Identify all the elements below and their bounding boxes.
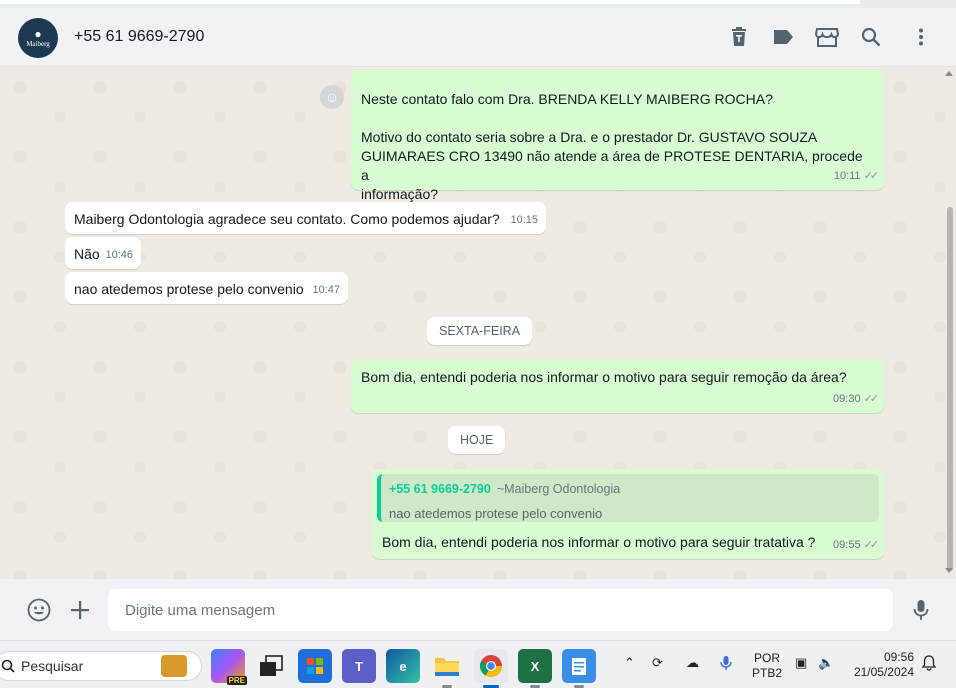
composer [0,579,956,640]
message-time: 09:30 [833,393,861,405]
microphone-tray-icon[interactable] [720,655,732,674]
scroll-down-icon[interactable] [945,568,953,573]
notepad-icon[interactable] [562,649,596,688]
quote-sender: +55 61 9669-2790 [389,482,491,496]
message-meta: 10:46 [105,246,133,265]
lang-top: POR [754,651,781,665]
window-top-strip [0,0,956,8]
clock-date: 21/05/2024 [853,665,914,679]
avatar[interactable]: ● Maiberg [18,18,58,58]
double-check-icon: ✓✓ [863,539,880,551]
label-icon[interactable] [770,24,796,50]
taskbar-search[interactable]: Pesquisar [0,651,202,681]
taskbar: Pesquisar PRE T e X ⌃ ⟳ ☁ POR PTB2 ▣ 🔈 0… [0,640,956,688]
mic-icon[interactable] [908,597,934,623]
avatar-brand: Maiberg [26,40,50,48]
message-text: Maiberg Odontologia agradece seu contato… [74,211,500,227]
task-view-icon[interactable] [254,649,288,683]
cloud-off-icon[interactable]: ☁ [686,655,699,671]
message-incoming[interactable]: Maiberg Odontologia agradece seu contato… [65,202,546,234]
taskbar-clock[interactable]: 09:56 21/05/2024 [854,650,914,680]
copilot-icon[interactable]: PRE [211,649,247,685]
message-meta: 09:55 ✓✓ [833,536,880,555]
double-check-icon: ✓✓ [863,170,880,182]
teams-icon[interactable]: T [342,649,376,683]
message-text: nao atedemos protese pelo convenio [74,281,304,297]
message-meta: 10:15 [510,211,538,230]
contact-name[interactable]: +55 61 9669-2790 [74,28,204,46]
store-app-icon[interactable] [298,649,332,683]
message-meta: 10:47 [312,281,340,300]
lang-bottom: PTB2 [752,666,783,680]
store-icon[interactable] [814,24,840,50]
day-separator: SEXTA-FEIRA [427,317,533,345]
edge-icon[interactable]: e [386,649,420,683]
sync-icon[interactable]: ⟳ [652,655,663,671]
message-time: 10:11 [833,170,861,182]
message-meta: 10:11 ✓✓ [833,167,880,186]
quote-alias: ~Maiberg Odontologia [496,482,621,496]
message-time: 09:55 [833,539,861,551]
bell-icon[interactable] [921,655,937,674]
plus-icon[interactable] [67,597,93,623]
react-emoji-icon[interactable]: ☺ [320,85,344,109]
message-incoming[interactable]: Não 10:46 [65,237,141,269]
message-time: 10:46 [105,249,133,261]
message-line: GUIMARAES CRO 13490 não atende a área de… [361,148,863,183]
menu-icon[interactable] [908,24,934,50]
scroll-up-icon[interactable] [945,71,953,76]
search-icon[interactable] [858,24,884,50]
file-explorer-icon[interactable] [430,649,464,688]
message-meta: 09:30 ✓✓ [833,390,880,409]
window-top-bar [0,0,860,4]
message-line-blank [361,109,874,128]
message-text: Bom dia, entendi poderia nos informar o … [361,369,847,385]
chat-header: ● Maiberg +55 61 9669-2790 [0,8,956,67]
display-icon[interactable]: ▣ [795,655,807,671]
message-text: Não [74,246,100,262]
message-input[interactable] [108,589,893,631]
message-time: 10:47 [312,284,340,296]
trash-icon[interactable] [726,24,752,50]
excel-icon[interactable]: X [518,649,552,688]
message-incoming[interactable]: nao atedemos protese pelo convenio 10:47 [65,272,348,304]
message-outgoing[interactable]: Bom dia, entendi poderia nos informar o … [351,359,884,413]
scrollbar-thumb[interactable] [947,207,953,571]
chevron-up-icon[interactable]: ⌃ [624,655,635,671]
tooth-logo-icon: ● [34,27,42,41]
message-outgoing-reply[interactable]: +55 61 9669-2790 ~Maiberg Odontologia nao… [372,469,884,559]
message-line: Motivo do contato seria sobre a Dra. e o… [361,129,818,145]
double-check-icon: ✓✓ [863,393,880,405]
emoji-icon[interactable] [26,597,52,623]
clock-time: 09:56 [883,650,914,664]
briefcase-icon [161,655,187,677]
input-language[interactable]: POR PTB2 [752,651,782,681]
message-outgoing[interactable]: Neste contato falo com Dra. BRENDA KELLY… [351,70,884,202]
volume-icon[interactable]: 🔈 [818,655,834,671]
chat-panel: ☺ Neste contato falo com Dra. BRENDA KEL… [0,67,956,579]
message-time: 10:15 [510,214,538,226]
chrome-icon[interactable] [474,649,508,688]
pre-badge: PRE [226,676,247,685]
message-line: Neste contato falo com Dra. BRENDA KELLY… [361,91,773,107]
search-icon [1,659,15,673]
message-text: Bom dia, entendi poderia nos informar o … [382,534,816,550]
day-separator: HOJE [448,426,506,454]
quoted-message[interactable]: +55 61 9669-2790 ~Maiberg Odontologia nao… [377,474,879,522]
taskbar-search-label: Pesquisar [21,658,84,674]
quote-text: nao atedemos protese pelo convenio [389,506,603,521]
